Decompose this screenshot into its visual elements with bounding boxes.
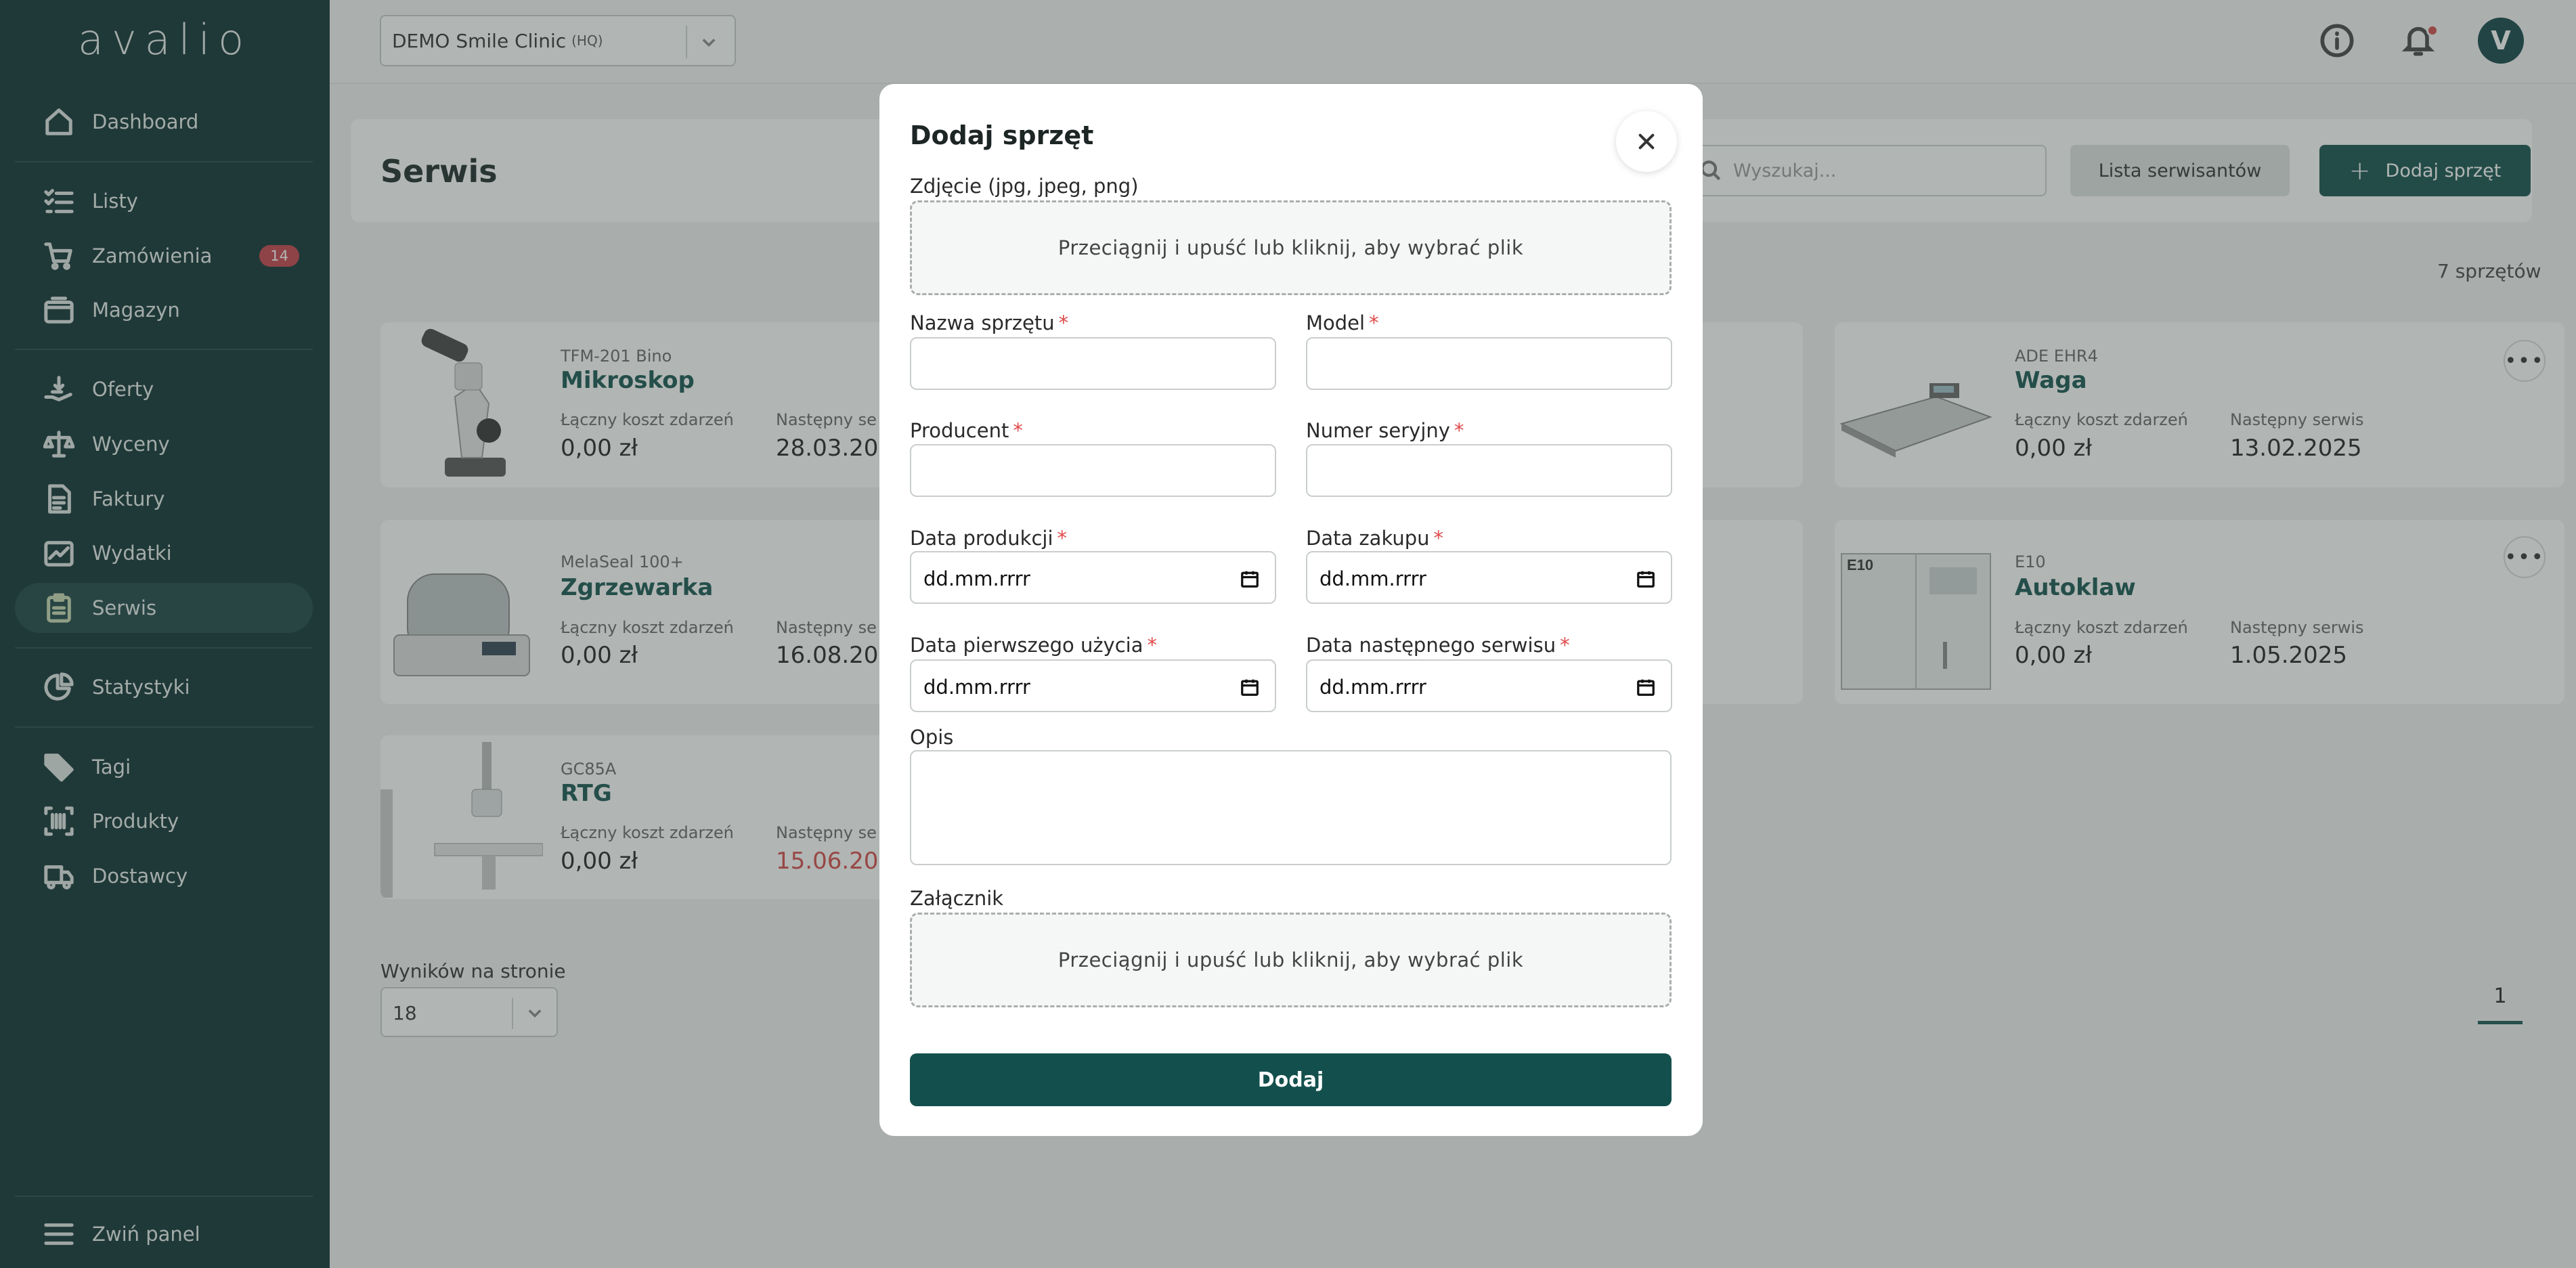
required-mark: * xyxy=(1057,527,1068,550)
required-mark: * xyxy=(1147,634,1158,657)
calendar-icon[interactable] xyxy=(1240,677,1260,697)
model-label: Model * xyxy=(1306,311,1379,334)
purchase-date-input[interactable]: dd.mm.rrrr xyxy=(1306,551,1672,604)
serial-input[interactable] xyxy=(1306,444,1672,497)
required-mark: * xyxy=(1433,527,1444,550)
submit-button[interactable]: Dodaj xyxy=(910,1053,1672,1106)
required-mark: * xyxy=(1369,311,1379,334)
date-placeholder: dd.mm.rrrr xyxy=(923,676,1030,699)
required-mark: * xyxy=(1560,634,1570,657)
close-icon xyxy=(1638,133,1655,150)
calendar-icon[interactable] xyxy=(1240,569,1260,589)
description-textarea[interactable] xyxy=(910,750,1672,865)
attachment-label: Załącznik xyxy=(910,887,1004,910)
description-label: Opis xyxy=(910,726,954,749)
name-label: Nazwa sprzętu * xyxy=(910,311,1069,334)
production-date-label: Data produkcji * xyxy=(910,527,1068,550)
date-placeholder: dd.mm.rrrr xyxy=(1319,676,1426,699)
modal-title: Dodaj sprzęt xyxy=(910,121,1094,150)
close-button[interactable] xyxy=(1616,111,1677,172)
next-service-date-label: Data następnego serwisu * xyxy=(1306,634,1570,657)
first-use-date-label: Data pierwszego użycia * xyxy=(910,634,1157,657)
purchase-date-label: Data zakupu * xyxy=(1306,527,1444,550)
calendar-icon[interactable] xyxy=(1636,677,1656,697)
calendar-icon[interactable] xyxy=(1636,569,1656,589)
required-mark: * xyxy=(1013,419,1023,442)
model-input[interactable] xyxy=(1306,337,1672,390)
add-equipment-modal: Dodaj sprzęt Zdjęcie (jpg, jpeg, png) Pr… xyxy=(879,84,1703,1136)
production-date-input[interactable]: dd.mm.rrrr xyxy=(910,551,1276,604)
producer-label: Producent * xyxy=(910,419,1023,442)
attachment-dropzone[interactable]: Przeciągnij i upuść lub kliknij, aby wyb… xyxy=(910,913,1672,1007)
photo-dropzone[interactable]: Przeciągnij i upuść lub kliknij, aby wyb… xyxy=(910,200,1672,295)
producer-input[interactable] xyxy=(910,444,1276,497)
name-input[interactable] xyxy=(910,337,1276,390)
serial-label: Numer seryjny * xyxy=(1306,419,1464,442)
required-mark: * xyxy=(1058,311,1069,334)
first-use-date-input[interactable]: dd.mm.rrrr xyxy=(910,659,1276,712)
date-placeholder: dd.mm.rrrr xyxy=(923,567,1030,590)
next-service-date-input[interactable]: dd.mm.rrrr xyxy=(1306,659,1672,712)
photo-label: Zdjęcie (jpg, jpeg, png) xyxy=(910,175,1139,198)
date-placeholder: dd.mm.rrrr xyxy=(1319,567,1426,590)
required-mark: * xyxy=(1454,419,1464,442)
